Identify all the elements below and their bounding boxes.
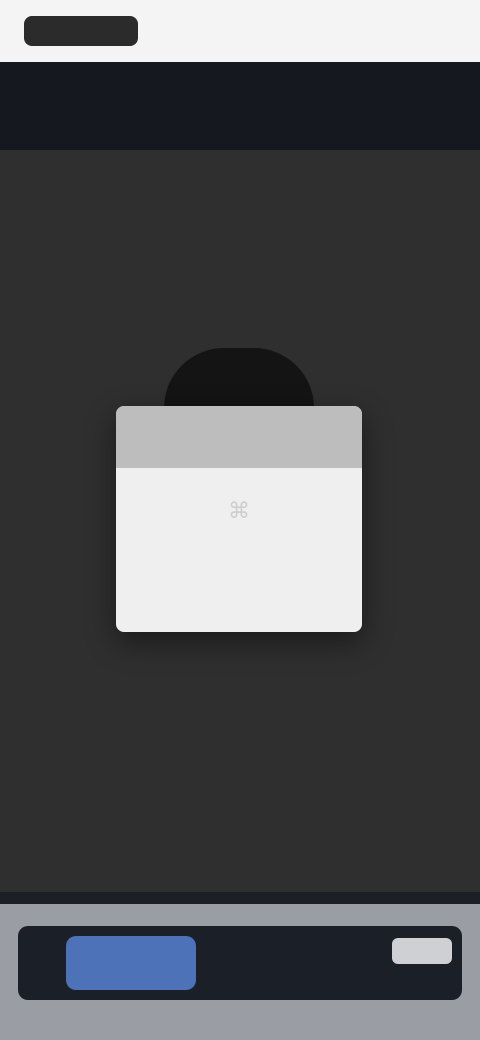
app-header	[0, 62, 480, 150]
status-icons	[348, 22, 440, 40]
bottom-bar	[0, 904, 480, 1040]
primary-button[interactable]	[66, 936, 196, 990]
main-content: ⌘	[0, 150, 480, 892]
bottom-separator	[0, 892, 480, 904]
card-top-band	[116, 406, 362, 468]
status-time	[24, 16, 138, 46]
status-bar	[0, 0, 480, 62]
bottom-panel	[18, 926, 462, 1000]
corner-chip[interactable]	[392, 938, 452, 964]
card-header-arc	[164, 348, 314, 408]
page-heading	[80, 206, 400, 232]
card-caption	[176, 570, 302, 604]
card-icon: ⌘	[228, 498, 250, 523]
page-subheading	[138, 282, 342, 308]
content-card[interactable]: ⌘	[116, 406, 362, 632]
